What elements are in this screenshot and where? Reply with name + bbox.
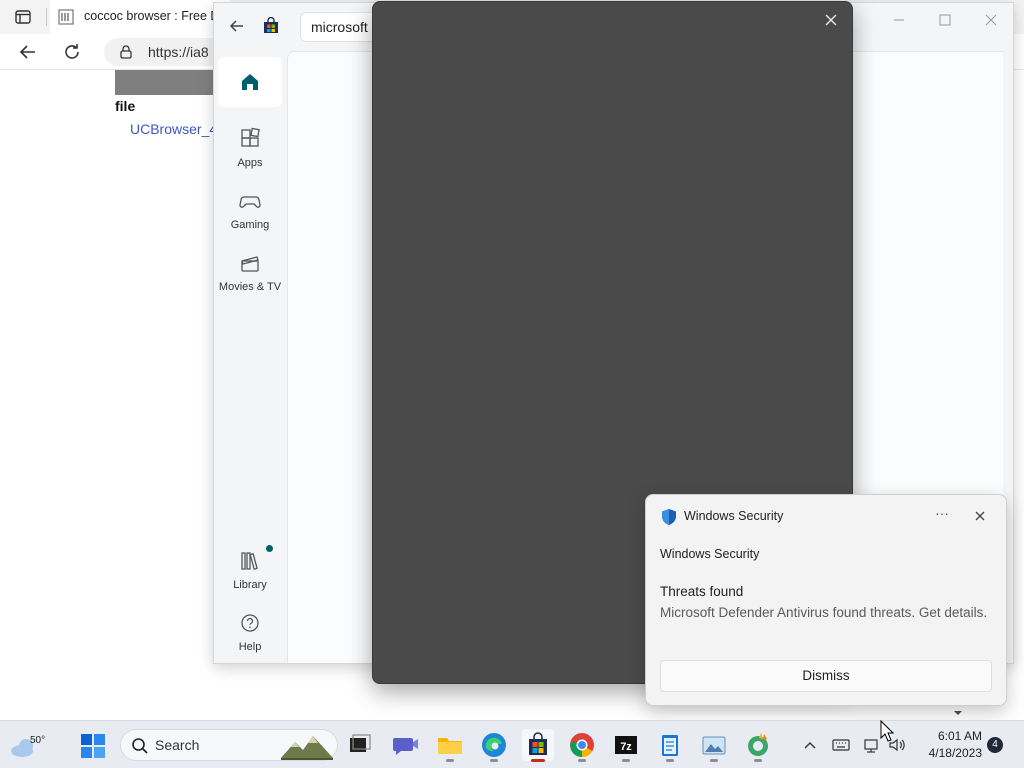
taskbar-7zip[interactable]: 7z: [610, 729, 642, 762]
notification-more-icon[interactable]: ···: [930, 505, 954, 527]
taskbar: 50° Search 7z 6:01 AM 4/18/2023 4: [0, 720, 1024, 768]
taskbar-search-box[interactable]: Search: [120, 729, 338, 761]
nav-apps-label: Apps: [237, 157, 263, 169]
store-logo-icon: [262, 16, 280, 35]
taskbar-file-explorer[interactable]: [434, 729, 466, 762]
network-icon[interactable]: [862, 735, 882, 755]
weather-temperature: 50°: [30, 735, 46, 746]
taskbar-search-label: Search: [155, 737, 200, 753]
nav-help-label: Help: [238, 641, 262, 653]
notification-source: Windows Security: [660, 547, 760, 561]
browser-tab-title: coccoc browser : Free Do: [84, 9, 227, 23]
dismiss-button[interactable]: Dismiss: [660, 660, 992, 692]
store-nav-sidebar: Apps Gaming Movies & TV Library Help: [214, 51, 286, 663]
taskbar-chrome[interactable]: [566, 729, 598, 762]
file-column-header: file: [115, 98, 136, 114]
taskbar-photos[interactable]: [698, 729, 730, 762]
apps-icon: [238, 127, 262, 151]
search-icon: [131, 737, 149, 755]
store-search-value: microsoft: [311, 19, 368, 35]
nav-movies-label: Movies & TV: [218, 281, 282, 293]
search-highlight-mountain-icon: [279, 732, 335, 760]
taskbar-edge[interactable]: [478, 729, 510, 762]
library-icon: [238, 549, 262, 573]
taskbar-teams-chat[interactable]: [389, 729, 421, 761]
nav-gaming[interactable]: Gaming: [214, 181, 286, 237]
gamepad-icon: [238, 189, 262, 213]
notification-count-badge[interactable]: 4: [987, 737, 1003, 753]
running-indicator: [490, 759, 498, 762]
taskbar-notepad[interactable]: [654, 729, 686, 762]
dialog-close-icon[interactable]: [819, 8, 843, 32]
taskbar-coccoc[interactable]: [742, 729, 774, 762]
clapperboard-icon: [238, 251, 262, 275]
tab-separator: [46, 8, 47, 26]
security-notification[interactable]: Windows Security ··· Windows Security Th…: [645, 494, 1007, 706]
notification-close-icon[interactable]: [970, 506, 990, 526]
running-indicator: [578, 759, 586, 762]
active-indicator: [531, 759, 545, 762]
clock-date[interactable]: 4/18/2023: [918, 746, 982, 760]
nav-library[interactable]: Library: [214, 541, 286, 597]
shield-icon: [660, 508, 678, 526]
help-icon: [238, 611, 262, 635]
mouse-cursor-icon: [880, 719, 895, 742]
maximize-icon[interactable]: [929, 9, 961, 31]
minimize-icon[interactable]: [883, 9, 915, 31]
running-indicator: [754, 759, 762, 762]
scroll-down-arrow-icon[interactable]: [951, 706, 965, 716]
home-icon: [238, 70, 262, 94]
show-hidden-icons-chevron-icon[interactable]: [800, 735, 820, 755]
weather-widget[interactable]: 50°: [8, 727, 48, 763]
svg-text:7z: 7z: [620, 741, 632, 753]
notification-app-name: Windows Security: [684, 509, 784, 523]
browser-back-icon[interactable]: [16, 40, 40, 64]
window-close-icon[interactable]: [975, 9, 1007, 31]
taskbar-microsoft-store[interactable]: [522, 729, 554, 762]
browser-reload-icon[interactable]: [60, 40, 84, 64]
browser-tab[interactable]: coccoc browser : Free Do: [50, 0, 230, 34]
notification-title: Threats found: [660, 584, 744, 599]
nav-home[interactable]: [218, 57, 282, 107]
notification-body: Microsoft Defender Antivirus found threa…: [660, 605, 988, 620]
taskbar-task-view[interactable]: [344, 729, 376, 761]
tab-actions-icon[interactable]: [14, 8, 32, 26]
running-indicator: [666, 759, 674, 762]
nav-apps[interactable]: Apps: [214, 119, 286, 175]
page-header-band: [115, 70, 225, 95]
nav-library-label: Library: [233, 579, 267, 591]
store-back-icon[interactable]: [226, 15, 248, 37]
file-download-link[interactable]: UCBrowser_4: [130, 121, 217, 137]
running-indicator: [622, 759, 630, 762]
running-indicator: [446, 759, 454, 762]
lock-icon[interactable]: [118, 44, 134, 60]
start-windows-icon[interactable]: [80, 733, 106, 759]
archive-favicon-icon: [58, 9, 74, 25]
library-update-dot: [266, 545, 273, 552]
browser-url: https://ia8: [148, 44, 209, 60]
nav-gaming-label: Gaming: [230, 219, 270, 231]
running-indicator: [710, 759, 718, 762]
nav-help[interactable]: Help: [214, 603, 286, 659]
keyboard-icon[interactable]: [831, 735, 851, 755]
clock-time[interactable]: 6:01 AM: [918, 729, 982, 743]
nav-movies-tv[interactable]: Movies & TV: [214, 243, 286, 299]
